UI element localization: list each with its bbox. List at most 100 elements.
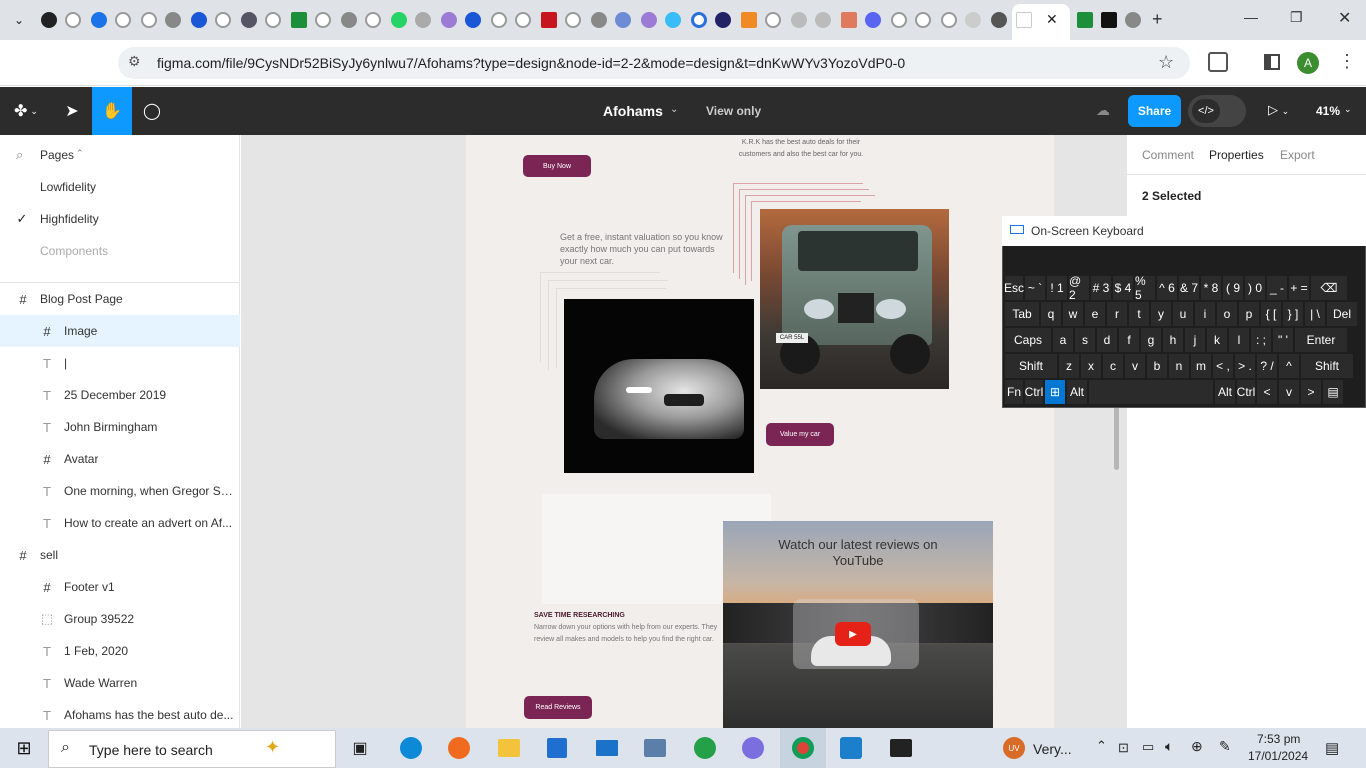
tab-whatsapp[interactable] (388, 8, 410, 32)
tab-o[interactable] (688, 8, 710, 32)
layer-row[interactable]: # Footer v1 (0, 571, 240, 603)
tab-export[interactable]: Export (1280, 148, 1315, 162)
osk-key[interactable]: q (1041, 302, 1061, 326)
osk-key[interactable]: o (1217, 302, 1237, 326)
tab-gh3[interactable] (338, 8, 360, 32)
osk-key[interactable]: m (1191, 354, 1211, 378)
tray-chevron-icon[interactable]: ⌃ (1096, 738, 1107, 754)
tab-search-button[interactable]: ⌄ (8, 8, 30, 32)
tab-g1[interactable] (62, 8, 84, 32)
tab-layers[interactable] (238, 8, 260, 32)
osk-key[interactable]: ) 0 (1245, 276, 1265, 300)
osk-key[interactable]: k (1207, 328, 1227, 352)
close-window-button[interactable]: ✕ (1338, 8, 1351, 28)
tab-v[interactable] (438, 8, 460, 32)
tray-device-icon[interactable]: ⊡ (1118, 740, 1129, 756)
osk-key[interactable]: r (1107, 302, 1127, 326)
osk-key[interactable]: Shift (1301, 354, 1353, 378)
tab-g6[interactable] (312, 8, 334, 32)
extensions-icon[interactable] (1208, 52, 1228, 72)
search-icon[interactable]: ⌕ (16, 147, 23, 163)
tab-active-figma[interactable]: ✕ (1012, 4, 1070, 40)
volume-icon[interactable]: 🔈︎ (1165, 738, 1173, 755)
osk-key[interactable]: < (1257, 380, 1277, 404)
task-view-icon[interactable]: ▣ (345, 733, 375, 763)
layer-row[interactable]: T Wade Warren (0, 667, 240, 699)
osk-key[interactable]: ^ 6 (1157, 276, 1177, 300)
osk-key[interactable]: z (1059, 354, 1079, 378)
osk-key[interactable]: Caps (1005, 328, 1051, 352)
present-button[interactable]: ▷ ⌄ (1268, 102, 1289, 118)
osk-key[interactable]: : ; (1251, 328, 1271, 352)
tab-g12[interactable] (612, 8, 634, 32)
osk-key[interactable]: b (1147, 354, 1167, 378)
layer-row[interactable]: # Avatar (0, 443, 240, 475)
osk-key[interactable]: f (1119, 328, 1139, 352)
osk-key[interactable]: Alt (1215, 380, 1235, 404)
battery-icon[interactable]: ▭ (1142, 739, 1154, 755)
weather-badge[interactable]: UV (1003, 737, 1025, 759)
share-button[interactable]: Share (1128, 95, 1181, 127)
osk-key[interactable]: p (1239, 302, 1259, 326)
zoom-chevron-icon[interactable]: ⌄ (1344, 104, 1352, 115)
osk-key[interactable]: ^ (1279, 354, 1299, 378)
menu-kebab-icon[interactable]: ⋮ (1338, 51, 1356, 72)
dev-mode-toggle[interactable]: </> (1188, 95, 1246, 127)
pages-heading[interactable]: Pages (40, 148, 74, 162)
layer-row[interactable]: T | (0, 347, 240, 379)
osk-key[interactable]: c (1103, 354, 1123, 378)
terminal-icon[interactable] (886, 733, 916, 763)
osk-key[interactable]: _ - (1267, 276, 1287, 300)
layer-row[interactable]: T How to create an advert on Af... (0, 507, 240, 539)
clock-date[interactable]: 17/01/2024 (1248, 749, 1308, 763)
osk-key[interactable]: ⌫ (1311, 276, 1347, 300)
osk-key[interactable]: h (1163, 328, 1183, 352)
layer-row[interactable]: ⬚ Group 39522 (0, 603, 240, 635)
osk-key[interactable]: v (1279, 380, 1299, 404)
layer-row[interactable]: T 25 December 2019 (0, 379, 240, 411)
file-explorer-icon[interactable] (494, 733, 524, 763)
zoom-level[interactable]: 41% (1316, 104, 1340, 118)
osk-key[interactable]: ? / (1257, 354, 1277, 378)
tab-g14[interactable] (812, 8, 834, 32)
tab-properties[interactable]: Properties (1209, 148, 1264, 162)
tab-github[interactable] (38, 8, 60, 32)
osk-key[interactable] (1089, 380, 1213, 404)
osk-key[interactable]: ! 1 (1047, 276, 1067, 300)
osk-key[interactable]: j (1185, 328, 1205, 352)
mail-icon[interactable] (592, 733, 622, 763)
read-reviews-button[interactable]: Read Reviews (524, 696, 592, 719)
store-icon[interactable] (542, 733, 572, 763)
clock-time[interactable]: 7:53 pm (1257, 732, 1300, 746)
layer-row[interactable]: # Image (0, 315, 240, 347)
tab-g5[interactable] (262, 8, 284, 32)
page-item[interactable]: Lowfidelity (0, 171, 240, 203)
file-name[interactable]: Afohams (603, 103, 663, 119)
tab-g8[interactable] (412, 8, 434, 32)
firefox-icon[interactable] (444, 733, 474, 763)
osk-key[interactable]: ⊞ (1045, 380, 1065, 404)
start-button[interactable]: ⊞ (9, 733, 39, 763)
side-panel-icon[interactable] (1264, 54, 1280, 70)
osk-key[interactable]: < , (1213, 354, 1233, 378)
osk-key[interactable]: Fn (1005, 380, 1023, 404)
edge-icon[interactable] (396, 733, 426, 763)
osk-key[interactable]: x (1081, 354, 1101, 378)
app-icon[interactable] (640, 733, 670, 763)
page-item[interactable]: ✓ Highfidelity (0, 203, 240, 235)
osk-key[interactable]: e (1085, 302, 1105, 326)
osk-key[interactable]: Ctrl (1025, 380, 1043, 404)
tab-play[interactable] (188, 8, 210, 32)
tab-w[interactable] (288, 8, 310, 32)
osk-key[interactable]: n (1169, 354, 1189, 378)
language-globe-icon[interactable]: ⊕ (1191, 738, 1203, 755)
hand-tool-button[interactable]: ✋ (92, 87, 132, 135)
osk-key[interactable]: d (1097, 328, 1117, 352)
restore-button[interactable]: ❐ (1290, 9, 1303, 26)
move-tool-button[interactable]: ➤ (56, 87, 88, 135)
tab-g10[interactable] (512, 8, 534, 32)
tab-medium[interactable] (1098, 8, 1120, 32)
url-text[interactable]: figma.com/file/9CysNDr52BiSyJy6ynlwu7/Af… (157, 55, 905, 71)
osk-key[interactable]: u (1173, 302, 1193, 326)
weather-text[interactable]: Very... (1033, 741, 1072, 757)
